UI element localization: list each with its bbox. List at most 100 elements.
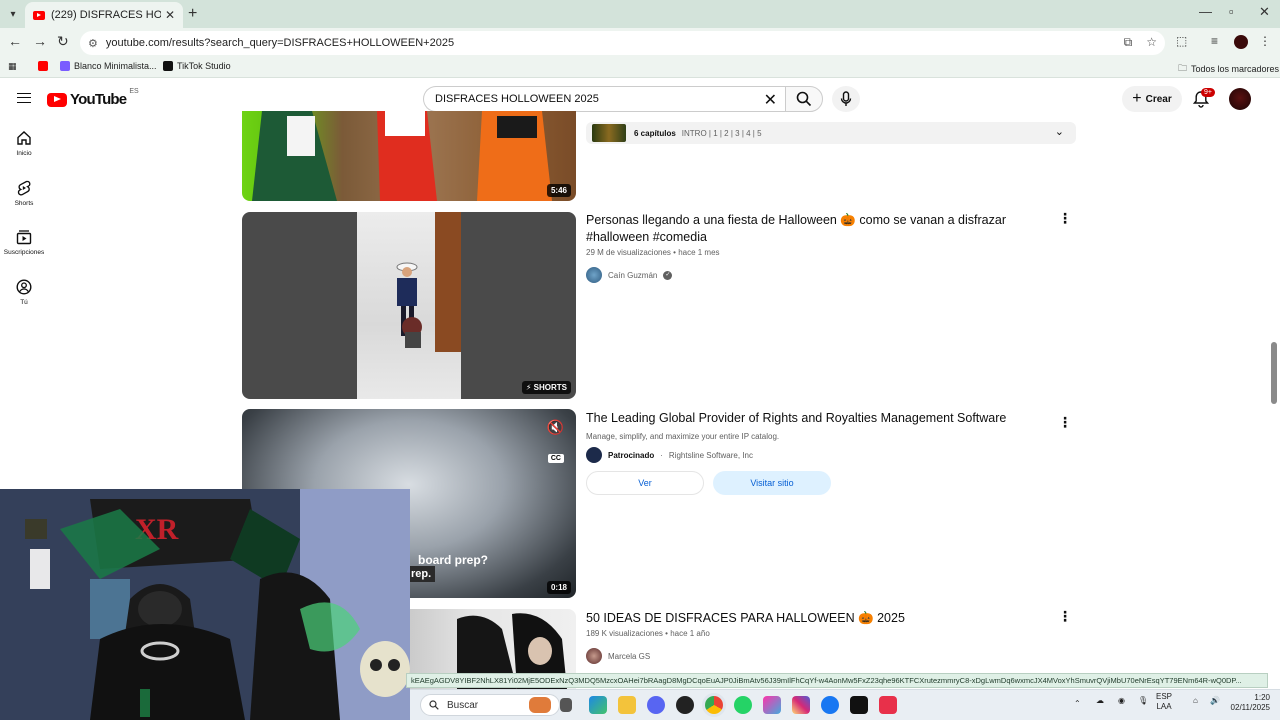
view-count: 29 M de visualizaciones bbox=[586, 248, 671, 257]
guide-item-home[interactable]: Inicio bbox=[0, 130, 48, 157]
install-app-icon[interactable]: ⧉ bbox=[1124, 35, 1133, 50]
youtube-logo[interactable]: YouTube ES bbox=[47, 88, 139, 108]
minimize-icon[interactable]: — bbox=[1199, 4, 1212, 19]
discord-icon[interactable] bbox=[647, 696, 665, 714]
app-tray-icon[interactable]: ◉ bbox=[1118, 696, 1125, 706]
lang-layout: LAA bbox=[1156, 702, 1172, 711]
new-tab-icon[interactable]: + bbox=[188, 5, 197, 23]
show-hidden-icons[interactable]: ⌃ bbox=[1074, 699, 1081, 709]
clock[interactable]: 1:20 02/11/2025 bbox=[1224, 693, 1270, 713]
plus-icon: + bbox=[1132, 90, 1142, 107]
people-figure bbox=[396, 262, 422, 348]
guide-label: Shorts bbox=[14, 200, 34, 207]
ad-advertiser[interactable]: Patrocinado · Rightsline Software, Inc bbox=[586, 447, 753, 463]
facebook-icon[interactable] bbox=[821, 696, 839, 714]
forward-icon[interactable]: → bbox=[33, 33, 47, 49]
visit-site-button[interactable]: Visitar sitio bbox=[713, 471, 831, 495]
address-bar[interactable]: ⚙ youtube.com/results?search_query=DISFR… bbox=[80, 31, 1165, 55]
channel-info[interactable]: Marcela GS bbox=[586, 648, 650, 664]
video-thumbnail[interactable]: ⚡ SHORTS bbox=[242, 212, 576, 399]
video-title[interactable]: Personas llegando a una fiesta de Hallow… bbox=[586, 212, 1006, 246]
create-button[interactable]: + Crear bbox=[1122, 86, 1182, 112]
video-title[interactable]: 50 IDEAS DE DISFRACES PARA HALLOWEEN 🎃 2… bbox=[586, 610, 1006, 627]
clear-search-icon[interactable]: ✕ bbox=[764, 90, 777, 110]
language-indicator[interactable]: ESP LAA bbox=[1156, 692, 1172, 712]
subscriptions-icon bbox=[16, 230, 32, 245]
site-info-icon[interactable]: ⚙ bbox=[88, 37, 98, 50]
captions-icon[interactable]: CC bbox=[547, 454, 564, 463]
back-icon[interactable]: ← bbox=[8, 33, 22, 49]
close-tab-icon[interactable]: ✕ bbox=[165, 8, 175, 22]
edge-icon[interactable] bbox=[589, 696, 607, 714]
profile-avatar-icon[interactable] bbox=[1234, 35, 1248, 49]
url-text: youtube.com/results?search_query=DISFRAC… bbox=[105, 37, 455, 49]
taskbar-search[interactable]: Buscar bbox=[420, 694, 560, 716]
search-query: DISFRACES HOLLOWEEN 2025 bbox=[435, 93, 599, 105]
menu-icon[interactable] bbox=[17, 93, 31, 103]
reading-list-icon[interactable]: ≡ bbox=[1211, 34, 1218, 48]
watch-ad-button[interactable]: Ver bbox=[586, 471, 704, 495]
onedrive-icon[interactable]: ☁ bbox=[1096, 696, 1104, 706]
clock-time: 1:20 bbox=[1254, 693, 1270, 702]
bookmark-star-icon[interactable]: ☆ bbox=[1146, 35, 1157, 50]
ad-title[interactable]: The Leading Global Provider of Rights an… bbox=[586, 410, 1046, 427]
guide-item-subscriptions[interactable]: Suscripciones bbox=[0, 229, 48, 256]
verified-icon: ✓ bbox=[663, 270, 673, 280]
voice-search-button[interactable] bbox=[832, 86, 860, 112]
more-actions-icon[interactable]: ⋮ bbox=[1058, 609, 1072, 623]
video-thumbnail[interactable]: 5:46 bbox=[242, 111, 576, 201]
file-explorer-icon[interactable] bbox=[618, 696, 636, 714]
more-actions-icon[interactable]: ⋮ bbox=[1058, 211, 1072, 225]
volume-icon[interactable]: 🔊 bbox=[1210, 696, 1220, 706]
region-code: ES bbox=[129, 88, 139, 95]
tiktok-icon[interactable] bbox=[850, 696, 868, 714]
account-avatar[interactable] bbox=[1229, 88, 1251, 110]
close-window-icon[interactable]: ✕ bbox=[1259, 4, 1270, 20]
channel-info[interactable]: Caín Guzmán ✓ bbox=[586, 267, 673, 283]
channel-name[interactable]: Marcela GS bbox=[608, 652, 650, 661]
video-metadata: 29 M de visualizaciones • hace 1 mes bbox=[586, 248, 720, 257]
bookmark-blanco[interactable]: Blanco Minimalista... bbox=[60, 61, 157, 71]
chapters-bar[interactable]: 6 capítulos INTRO | 1 | 2 | 3 | 4 | 5 ⌄ bbox=[586, 122, 1076, 144]
extensions-icon[interactable]: ⬚ bbox=[1176, 34, 1187, 48]
upload-age: hace 1 año bbox=[670, 629, 710, 638]
restore-icon[interactable]: ▫ bbox=[1229, 4, 1234, 19]
search-icon bbox=[429, 700, 439, 710]
instagram-icon[interactable] bbox=[792, 696, 810, 714]
guide-item-you[interactable]: Tú bbox=[0, 279, 48, 306]
chevron-down-icon[interactable]: ⌄ bbox=[1055, 125, 1064, 138]
all-bookmarks[interactable]: 🗀 Todos los marcadores bbox=[1178, 61, 1279, 77]
chrome-menu-icon[interactable]: ⋮ bbox=[1259, 34, 1271, 48]
task-view-icon[interactable] bbox=[560, 698, 572, 712]
chrome-icon[interactable] bbox=[705, 696, 723, 714]
bookmark-tiktok[interactable]: TikTok Studio bbox=[163, 61, 231, 71]
mute-icon[interactable]: 🔇 bbox=[547, 419, 564, 436]
tiktok-live-icon[interactable] bbox=[879, 696, 897, 714]
clock-date: 02/11/2025 bbox=[1230, 703, 1270, 712]
search-button[interactable] bbox=[785, 86, 823, 112]
scrollbar-thumb[interactable] bbox=[1271, 342, 1277, 404]
more-actions-icon[interactable]: ⋮ bbox=[1058, 415, 1072, 429]
notification-badge: 9+ bbox=[1201, 88, 1215, 97]
guide-item-shorts[interactable]: Shorts bbox=[0, 180, 48, 207]
lang-code: ESP bbox=[1156, 692, 1173, 701]
upload-age: hace 1 mes bbox=[678, 248, 720, 257]
network-icon[interactable]: ⌂ bbox=[1193, 696, 1198, 706]
view-count: 189 K visualizaciones bbox=[586, 629, 663, 638]
tab-search-icon[interactable]: ▾ bbox=[4, 5, 22, 23]
short-frame bbox=[357, 212, 461, 399]
browser-tab[interactable]: (229) DISFRACES HOLLOWEEN ✕ bbox=[25, 2, 183, 28]
scrollbar-track[interactable] bbox=[1268, 119, 1280, 689]
capture-app-icon[interactable] bbox=[763, 696, 781, 714]
apps-grid-icon[interactable]: ▦ bbox=[8, 61, 17, 72]
reload-icon[interactable]: ↻ bbox=[57, 33, 69, 50]
search-input[interactable]: DISFRACES HOLLOWEEN 2025 ✕ bbox=[423, 86, 785, 112]
sponsored-label: Patrocinado bbox=[608, 450, 655, 460]
microphone-icon[interactable]: 🎙 bbox=[1138, 696, 1148, 706]
search-icon bbox=[796, 91, 812, 107]
channel-name[interactable]: Caín Guzmán bbox=[608, 271, 657, 280]
bookmark-youtube[interactable] bbox=[38, 61, 48, 71]
obs-icon[interactable] bbox=[676, 696, 694, 714]
whatsapp-icon[interactable] bbox=[734, 696, 752, 714]
logo-text: YouTube bbox=[70, 91, 127, 108]
